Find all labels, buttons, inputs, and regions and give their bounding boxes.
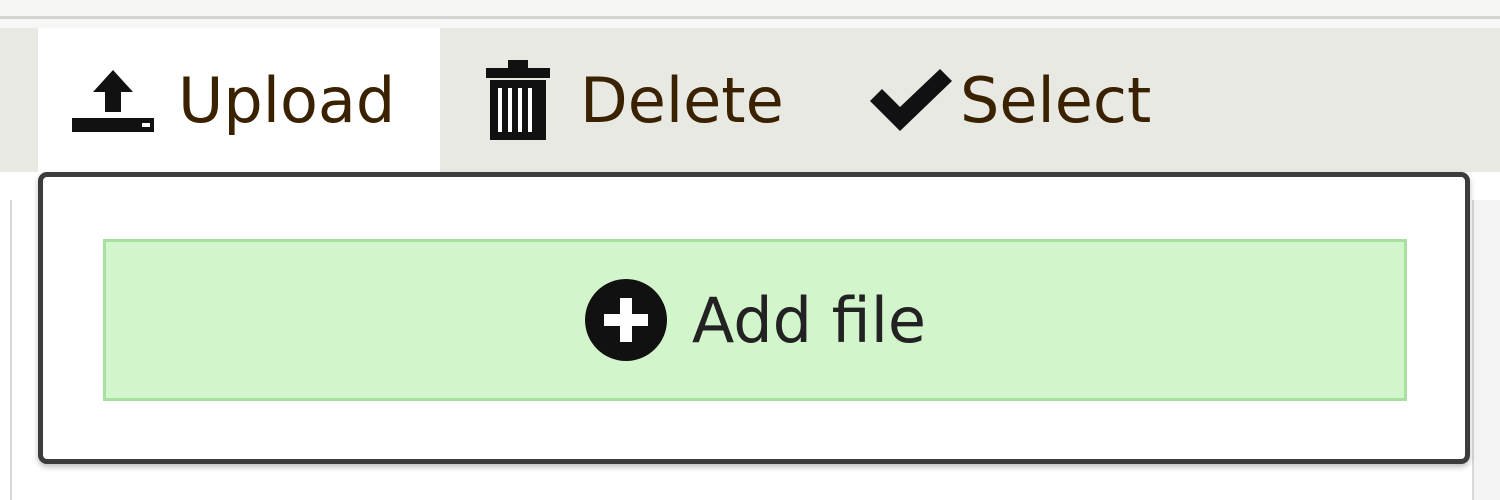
content-border-right (1472, 200, 1500, 500)
add-file-button[interactable]: Add file (103, 239, 1407, 401)
checkmark-icon (868, 67, 954, 133)
select-label: Select (960, 63, 1152, 137)
select-button[interactable]: Select (840, 28, 1200, 172)
delete-button[interactable]: Delete (440, 28, 840, 172)
upload-icon (70, 66, 156, 134)
upload-popup: Add file (38, 172, 1470, 464)
toolbar: Upload Delete Select (0, 28, 1500, 173)
top-divider (0, 16, 1500, 19)
delete-label: Delete (580, 63, 784, 137)
trash-icon (484, 58, 552, 142)
add-file-label: Add file (691, 283, 927, 357)
top-strip (0, 0, 1500, 30)
upload-button[interactable]: Upload (38, 28, 440, 172)
content-border-left (10, 200, 12, 500)
upload-label: Upload (178, 63, 396, 137)
plus-circle-icon (584, 278, 668, 362)
